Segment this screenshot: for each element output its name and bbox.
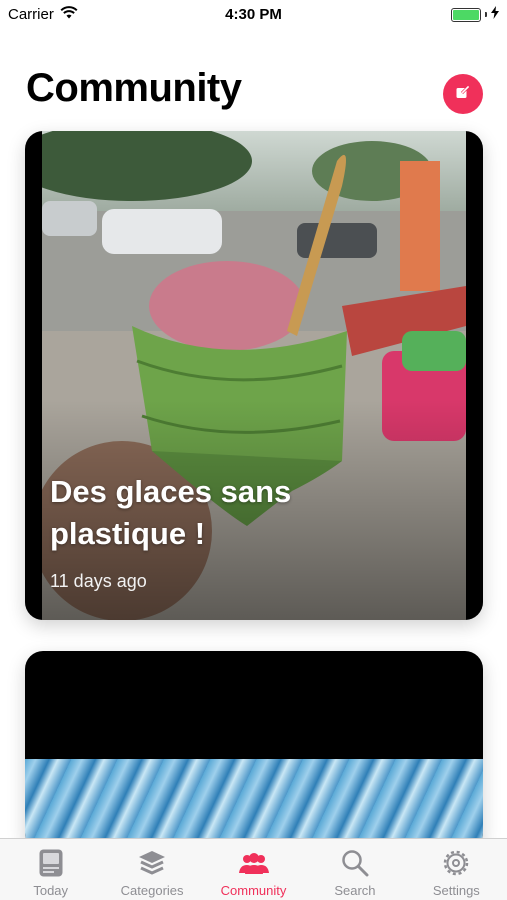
compose-button[interactable] bbox=[443, 74, 483, 114]
charging-icon bbox=[491, 6, 499, 23]
battery-cap bbox=[485, 12, 487, 17]
tab-categories[interactable]: Categories bbox=[101, 839, 202, 900]
search-icon bbox=[341, 848, 369, 878]
tab-community[interactable]: Community bbox=[203, 839, 304, 900]
tab-bar: Today Categories Community Search Settin… bbox=[0, 838, 507, 900]
tab-settings[interactable]: Settings bbox=[406, 839, 507, 900]
battery-icon bbox=[451, 7, 481, 22]
page-title: Community bbox=[26, 66, 242, 110]
tab-community-label: Community bbox=[220, 883, 287, 898]
article-card-2[interactable] bbox=[25, 651, 483, 851]
tab-settings-label: Settings bbox=[432, 883, 480, 898]
tab-today-label: Today bbox=[33, 883, 69, 898]
article-date: 11 days ago bbox=[50, 571, 147, 591]
status-time: 4:30 PM bbox=[225, 6, 282, 23]
tab-search[interactable]: Search bbox=[304, 839, 405, 900]
gear-icon bbox=[441, 848, 471, 878]
today-icon bbox=[38, 848, 64, 878]
article-title: Des glaces sans plastique ! bbox=[50, 474, 292, 551]
layers-icon bbox=[138, 848, 166, 878]
compose-icon bbox=[455, 84, 471, 105]
article-card[interactable]: Des glaces sans plastique ! 11 days ago bbox=[25, 131, 483, 620]
people-icon bbox=[238, 848, 270, 878]
tab-categories-label: Categories bbox=[120, 883, 184, 898]
status-bar: Carrier 4:30 PM bbox=[0, 0, 507, 30]
tab-search-label: Search bbox=[334, 883, 376, 898]
tab-today[interactable]: Today bbox=[0, 839, 101, 900]
status-right bbox=[451, 6, 499, 23]
